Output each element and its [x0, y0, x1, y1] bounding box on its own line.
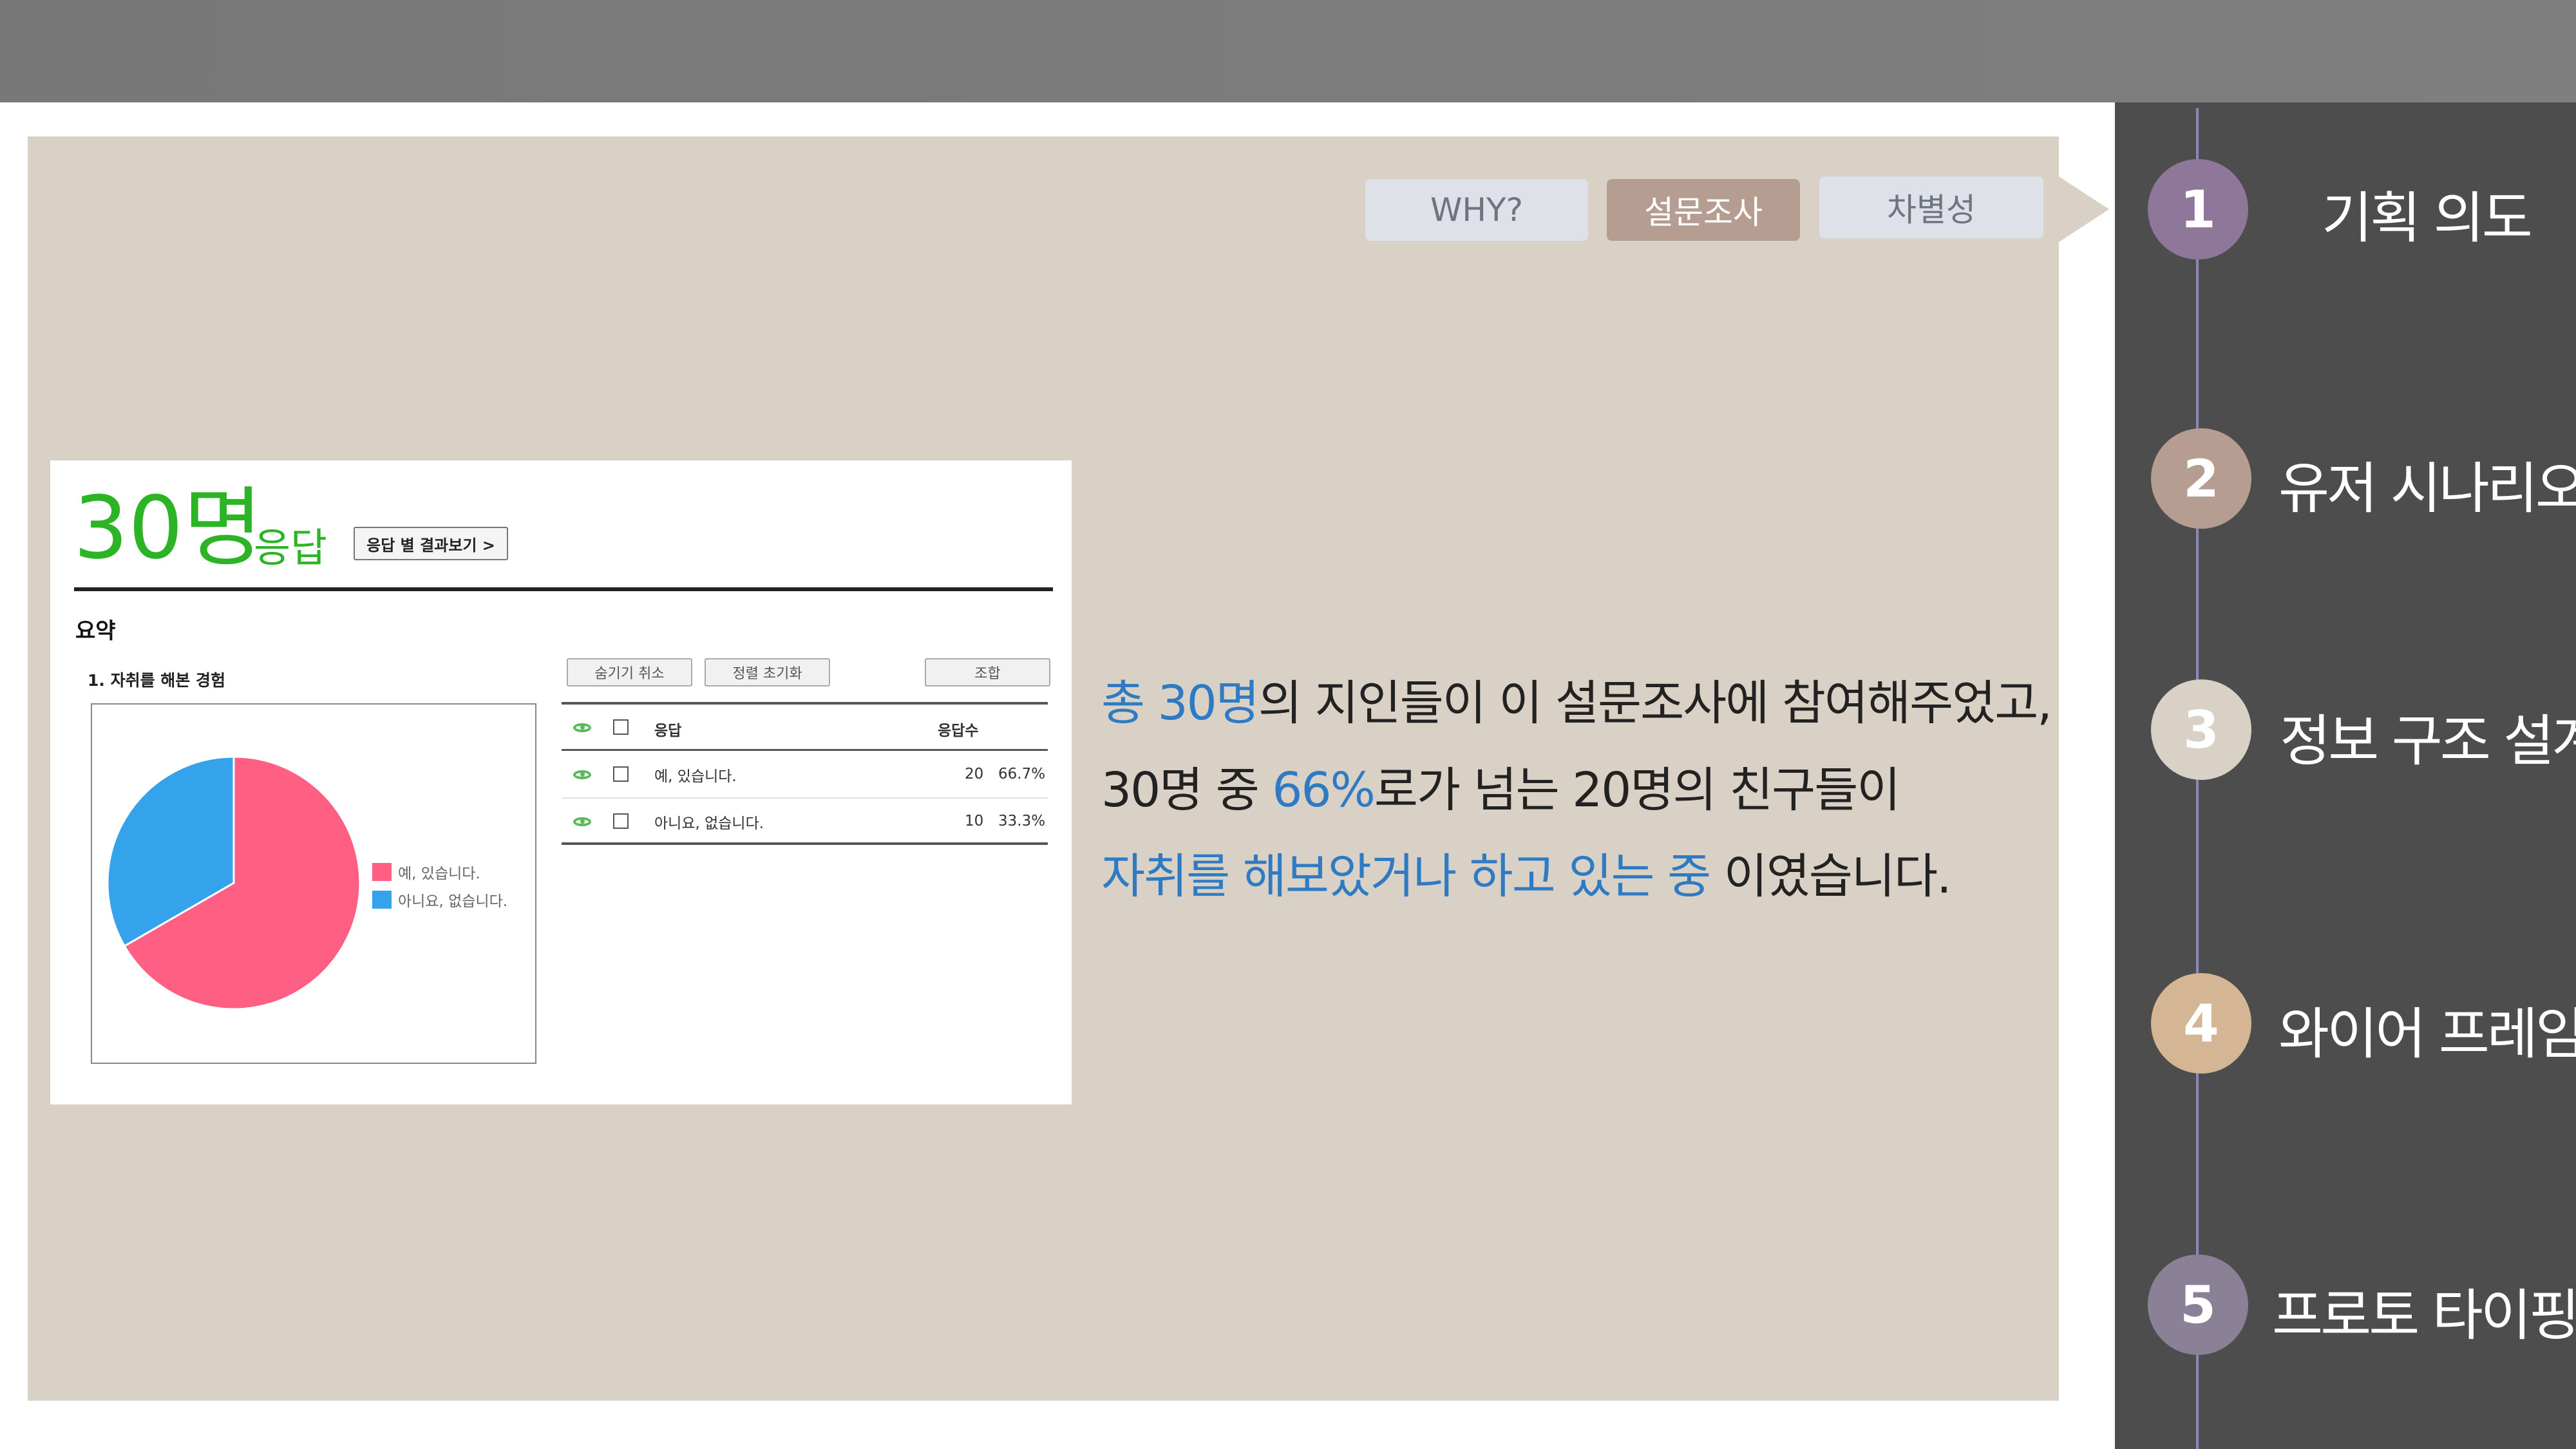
description-line-1: 총 30명의 지인들이 이 설문조사에 참여해주었고, — [1101, 665, 2052, 734]
response-count: 30명 — [73, 478, 263, 578]
visibility-eye-icon[interactable] — [573, 817, 591, 826]
reset-sort-button[interactable]: 정렬 초기화 — [705, 658, 830, 687]
table-row-divider — [562, 797, 1048, 799]
step-5-label[interactable]: 프로토 타이핑 — [2272, 1270, 2576, 1350]
description-line-3: 자취를 해보았거나 하고 있는 중 이였습니다. — [1101, 838, 1952, 907]
tab-difference[interactable]: 차별성 — [1819, 176, 2043, 238]
pie-chart-box — [91, 703, 536, 1064]
visibility-eye-icon[interactable] — [573, 723, 591, 732]
description-highlight: 66% — [1272, 762, 1375, 818]
legend-label-yes: 예, 있습니다. — [398, 866, 480, 882]
description-text: 로가 넘는 20명의 친구들이 — [1374, 762, 1901, 818]
response-count-label: 응답 — [254, 524, 328, 571]
description-text: 30명 중 — [1101, 762, 1273, 818]
description-highlight: 자취를 해보았거나 하고 있는 중 — [1101, 849, 1711, 904]
description-line-2: 30명 중 66%로가 넘는 20명의 친구들이 — [1101, 752, 1901, 820]
step-3-label[interactable]: 정보 구조 설계 — [2280, 696, 2576, 776]
table-header-border — [562, 749, 1048, 751]
table-header-answer: 응답 — [654, 723, 682, 739]
legend-swatch-no — [372, 891, 392, 909]
step-4-label[interactable]: 와이어 프레임 — [2278, 989, 2576, 1069]
visibility-eye-icon[interactable] — [573, 770, 591, 779]
row-count: 20 — [965, 766, 984, 782]
hide-cancel-button[interactable]: 숨기기 취소 — [567, 658, 692, 687]
legend-item-no: 아니요, 없습니다. — [372, 889, 507, 911]
step-1-label[interactable]: 기획 의도 — [2322, 173, 2533, 253]
row-checkbox[interactable] — [613, 766, 629, 782]
row-count: 10 — [965, 813, 984, 829]
row-checkbox[interactable] — [613, 813, 629, 829]
row-percent: 66.7% — [998, 766, 1046, 782]
legend-item-yes: 예, 있습니다. — [372, 861, 480, 883]
view-by-answer-button[interactable]: 응답 별 결과보기 > — [354, 527, 508, 560]
question-title: 1. 자취를 해본 경험 — [88, 671, 226, 690]
step-2-label[interactable]: 유저 시나리오 — [2278, 443, 2576, 524]
row-percent: 33.3% — [998, 813, 1046, 829]
step-4-circle[interactable]: 4 — [2151, 973, 2251, 1074]
pie-chart — [106, 755, 361, 1010]
legend-label-no: 아니요, 없습니다. — [398, 893, 508, 910]
row-answer: 아니요, 없습니다. — [654, 815, 764, 832]
tab-survey[interactable]: 설문조사 — [1607, 179, 1800, 241]
description-highlight: 총 30명 — [1101, 676, 1260, 731]
description-text: 의 지인들이 이 설문조사에 참여해주었고, — [1258, 676, 2052, 731]
legend-swatch-yes — [372, 863, 392, 881]
description-text: 이였습니다. — [1710, 849, 1952, 904]
select-all-checkbox[interactable] — [613, 719, 629, 735]
summary-title: 요약 — [75, 618, 116, 644]
step-5-circle[interactable]: 5 — [2148, 1255, 2248, 1355]
top-bar — [0, 0, 2576, 102]
table-header-count: 응답수 — [938, 723, 979, 739]
card-divider — [74, 587, 1053, 591]
tab-why[interactable]: WHY? — [1365, 179, 1588, 241]
row-answer: 예, 있습니다. — [654, 768, 737, 785]
step-3-circle[interactable]: 3 — [2151, 679, 2251, 780]
table-bottom-border — [562, 842, 1048, 845]
step-2-circle[interactable]: 2 — [2151, 428, 2251, 529]
step-1-circle[interactable]: 1 — [2148, 159, 2248, 260]
table-top-border — [562, 702, 1048, 705]
tab-arrow-pointer — [2048, 169, 2109, 249]
combine-button[interactable]: 조합 — [925, 658, 1050, 687]
